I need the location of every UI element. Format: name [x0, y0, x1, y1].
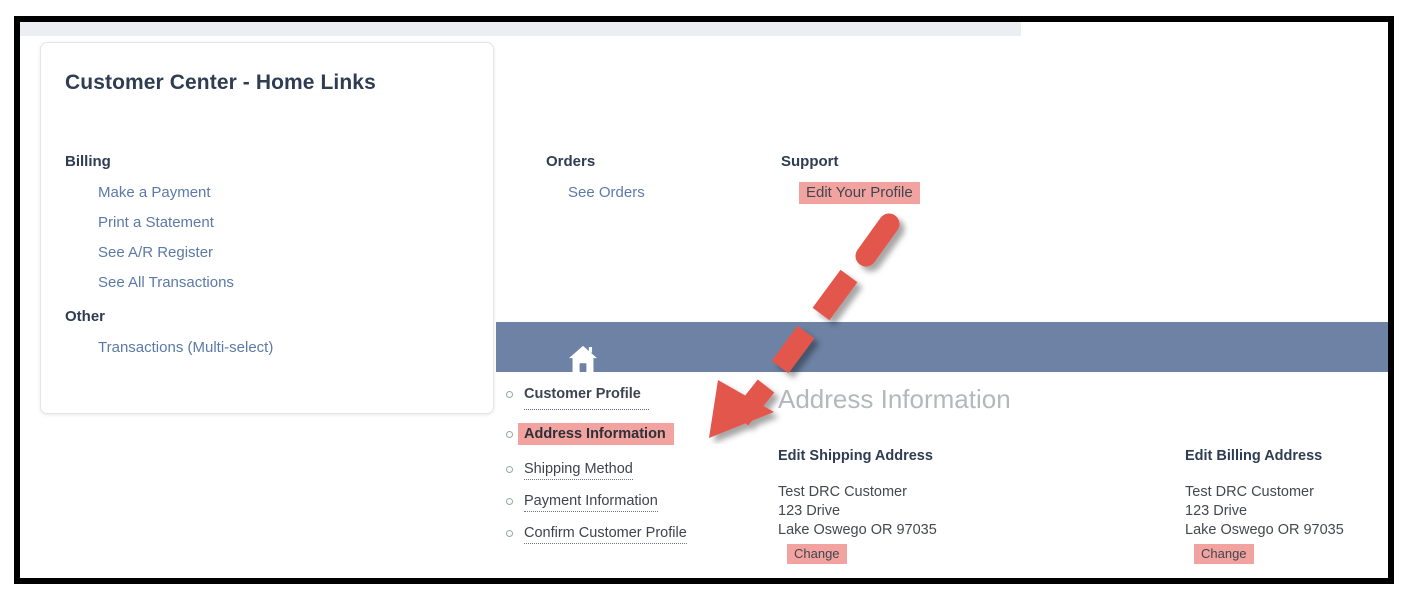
sidebar-item-payment-information[interactable]: Payment Information	[502, 493, 762, 512]
app-page-title: Address Information	[778, 384, 1011, 414]
billing-address-line: Lake Oswego OR 97035	[1185, 522, 1344, 538]
app-sidebar-nav: Customer Profile Address Information Shi…	[502, 386, 762, 557]
link-see-all-transactions[interactable]: See All Transactions	[98, 268, 273, 298]
shipping-address-heading: Edit Shipping Address	[778, 448, 933, 464]
sidebar-item-shipping-method[interactable]: Shipping Method	[502, 461, 762, 480]
sidebar-item-address-information[interactable]: Address Information	[502, 423, 762, 445]
billing-address-line: Test DRC Customer	[1185, 484, 1314, 500]
billing-address-block: Edit Billing Address Test DRC Customer 1…	[1185, 448, 1344, 564]
link-edit-your-profile[interactable]: Edit Your Profile	[799, 178, 920, 208]
home-links-card: Customer Center - Home Links Billing Mak…	[40, 42, 920, 414]
link-see-orders[interactable]: See Orders	[568, 178, 645, 208]
column-orders: Orders See Orders	[546, 153, 645, 208]
sidebar-item-customer-profile[interactable]: Customer Profile	[502, 386, 762, 403]
group-heading-support: Support	[781, 153, 839, 170]
top-gray-strip	[20, 22, 1021, 36]
column-billing: Billing Make a Payment Print a Statement…	[65, 153, 273, 363]
bullet-icon	[506, 530, 513, 537]
sidebar-item-label: Customer Profile	[524, 386, 641, 402]
group-heading-orders: Orders	[546, 153, 596, 170]
group-heading-other: Other	[65, 308, 106, 325]
bullet-icon	[506, 391, 513, 398]
shipping-address-line: Lake Oswego OR 97035	[778, 522, 937, 538]
link-transactions-multi-select[interactable]: Transactions (Multi-select)	[98, 333, 273, 363]
billing-address-heading: Edit Billing Address	[1185, 448, 1323, 464]
customer-profile-app-panel: Customer Profile Address Information Shi…	[496, 310, 1388, 578]
shipping-address-line: Test DRC Customer	[778, 484, 907, 500]
sidebar-item-confirm-customer-profile[interactable]: Confirm Customer Profile	[502, 525, 762, 544]
billing-change-button[interactable]: Change	[1194, 544, 1254, 564]
link-edit-your-profile-label: Edit Your Profile	[799, 182, 920, 204]
column-support: Support Edit Your Profile	[781, 153, 920, 208]
screenshot-root: Customer Center - Home Links Billing Mak…	[0, 0, 1414, 614]
group-links-support: Edit Your Profile	[781, 178, 920, 208]
sidebar-item-label: Confirm Customer Profile	[524, 525, 687, 544]
group-links-orders: See Orders	[546, 178, 645, 208]
sidebar-divider	[524, 409, 649, 410]
link-print-a-statement[interactable]: Print a Statement	[98, 208, 273, 238]
sidebar-item-label: Payment Information	[524, 493, 658, 512]
shipping-change-button[interactable]: Change	[787, 544, 847, 564]
shipping-address-block: Edit Shipping Address Test DRC Customer …	[778, 448, 937, 564]
outer-frame: Customer Center - Home Links Billing Mak…	[14, 16, 1394, 584]
group-links-other: Transactions (Multi-select)	[65, 333, 273, 363]
group-heading-billing: Billing	[65, 153, 111, 170]
bullet-icon	[506, 466, 513, 473]
app-header-bar	[496, 322, 1388, 373]
sidebar-item-label: Shipping Method	[524, 461, 633, 480]
bullet-icon	[506, 498, 513, 505]
bullet-icon	[506, 431, 513, 438]
sidebar-item-label: Address Information	[518, 423, 674, 445]
billing-address-line: 123 Drive	[1185, 503, 1248, 519]
group-links-billing: Make a Payment Print a Statement See A/R…	[65, 178, 273, 298]
link-make-a-payment[interactable]: Make a Payment	[98, 178, 273, 208]
page-title: Customer Center - Home Links	[65, 71, 376, 94]
shipping-address-line: 123 Drive	[778, 503, 841, 519]
link-see-ar-register[interactable]: See A/R Register	[98, 238, 273, 268]
home-icon[interactable]	[568, 345, 598, 373]
